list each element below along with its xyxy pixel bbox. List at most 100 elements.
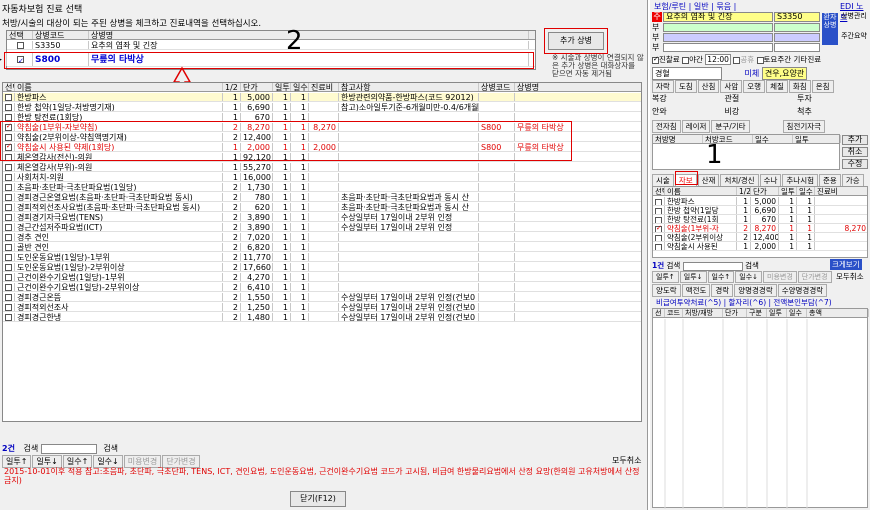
type-button-chejil[interactable]: 체질 [766,80,788,93]
search-button[interactable]: 검색 [103,444,118,453]
meridian-select[interactable]: 견우,요양관 [761,67,808,80]
right-top-tabs[interactable]: 보험/루틴 | 일반 | 묶음 | [654,1,736,12]
treatment-select[interactable] [3,313,15,321]
treatment-checkbox[interactable] [5,94,12,101]
treatment-row[interactable]: 사회처치-의원 1 16,000 1 1 [3,173,641,182]
type-button-sanchim[interactable]: 산침 [697,80,720,93]
treatment-row[interactable]: 경피경근한냉 2 1,480 1 1 수상일부터 17일이내 2부위 인정(건보0 [3,313,641,322]
saturday-checkbox[interactable] [756,56,764,64]
treatment-row[interactable]: 도인운동요법(1일당)-1부위 2 11,770 1 1 [3,253,641,262]
treatment-checkbox[interactable] [5,284,12,291]
mini-treatment-row[interactable]: 약침술(2부위이상 2 12,400 1 1 [653,233,867,242]
treatment-checkbox[interactable] [5,204,12,211]
site-select-joint[interactable]: 관절 [725,93,795,104]
treatment-select[interactable] [3,273,15,281]
main-disease-name[interactable]: 요추의 염좌 및 긴장 [663,12,773,22]
mini-search-button[interactable]: 검색 [745,261,759,270]
treatment-checkbox[interactable] [5,184,12,191]
mini-treatment-row[interactable]: 약침술시 사용된 1 2,000 1 1 [653,242,867,251]
time-input[interactable]: 12:00 [705,54,731,65]
mini-beauty-change[interactable]: 미용변경 [763,271,797,283]
type-button-ohaeng[interactable]: 오행 [743,80,766,93]
treatment-select[interactable] [3,233,15,241]
treatment-checkbox[interactable] [5,114,12,121]
treatment-select[interactable] [3,303,15,311]
mini-select[interactable] [653,224,665,232]
electro-acupuncture-button[interactable]: 전자침 [652,120,681,133]
rx-cancel-button[interactable]: 취소 [842,147,868,157]
treatment-row[interactable]: 경피적외선조사요법(초음파·초단파·극초단파요법 동시) 2 620 1 1 초음파·초단… [3,203,641,212]
electro-stim-button[interactable]: 침전기자극 [782,120,826,133]
mini-select[interactable] [653,206,665,214]
patient-disease-button[interactable]: 환자상병 [822,13,838,45]
mini-select[interactable] [653,215,665,223]
treatment-select[interactable] [3,183,15,191]
mini-checkbox[interactable] [655,234,662,241]
night-checkbox[interactable] [682,56,690,64]
tab-yangmyeong[interactable]: 양명경경락 [734,284,777,297]
mini-days-down[interactable]: 일수↓ [735,271,762,283]
treatment-row[interactable]: 근건이완수기요법(1일당)-1부위 2 4,270 1 1 [3,273,641,282]
tab-su-yangmyeong[interactable]: 수양명경경락 [777,284,828,297]
mini-treatment-row[interactable]: 한방 첩약(1일당 1 6,690 1 1 [653,206,867,215]
treatment-select[interactable] [3,253,15,261]
mini-checkbox[interactable] [655,243,662,250]
mini-daily-up[interactable]: 일투↑ [652,271,679,283]
cancel-all-button[interactable]: 모두취소 [612,455,641,466]
mini-cancel-all[interactable]: 모두취소 [836,271,864,282]
mini-select[interactable] [653,197,665,205]
exam-checkbox[interactable] [652,55,659,64]
treatment-checkbox[interactable] [5,164,12,171]
disease-manage-button[interactable]: 상병관리 [840,12,868,20]
mini-select[interactable] [653,242,665,250]
treatment-row[interactable]: 골반 견인 2 6,820 1 1 [3,243,641,252]
holiday-checkbox[interactable] [733,56,741,64]
treatment-select[interactable] [3,263,15,271]
close-button[interactable]: 닫기(F12) [290,491,346,507]
treatment-select[interactable] [3,243,15,251]
treatment-select[interactable] [3,173,15,181]
tab-noncovered[interactable]: 비급여투약처료(^5) [656,298,721,307]
mini-price-change[interactable]: 단가변경 [797,271,832,283]
treatment-select[interactable] [3,93,15,101]
type-button-saam[interactable]: 사암 [720,80,743,93]
treatment-checkbox[interactable] [5,294,12,301]
mini-treatment-row[interactable]: 약침술(1부위-자28,270118,270 [653,224,867,233]
treatment-row[interactable]: 한방 첩약(1일당-처방명기재) 1 6,690 1 1 참고)소아일투기준-6개월미만-… [3,103,641,112]
weekly-summary-button[interactable]: 주간요약 [840,32,868,40]
treatment-row[interactable]: 경피경근온열요법(초음파·초단파·극초단파요법 동시) 2 780 1 1 초음파·초단파… [3,193,641,202]
rx-add-button[interactable]: 추가 [842,135,868,145]
disease-row-select[interactable] [7,41,33,49]
main-disease-code[interactable]: S3350 [774,12,820,22]
type-button-onchim[interactable]: 온침 [811,80,834,93]
tab-full-self-pay[interactable]: 전액본인부담(^7) [773,298,831,307]
treatment-checkbox[interactable] [5,314,12,321]
treatment-row[interactable]: 한방파스 1 5,000 1 1 한방관련의약품-한방파스(코드 92012) [3,93,641,102]
treatment-checkbox[interactable] [5,234,12,241]
treatment-select[interactable] [3,163,15,171]
treatment-checkbox[interactable] [5,104,12,111]
mini-search-input[interactable] [682,261,743,271]
sub-disease-code[interactable] [774,43,820,52]
treatment-select[interactable] [3,283,15,291]
treatment-checkbox[interactable] [5,214,12,221]
mini-checkbox[interactable] [655,207,662,214]
tab-discount[interactable]: 할자리(^6) [729,298,767,307]
type-button-dochim[interactable]: 도침 [674,80,697,93]
treatment-select[interactable] [3,223,15,231]
treatment-row[interactable]: 경피경근온뜸 2 1,550 1 1 수상일부터 17일이내 2부위 인정(건보0 [3,293,641,302]
site-select-orbit[interactable]: 안와 [652,106,722,117]
treatment-select[interactable] [3,103,15,111]
treatment-row[interactable]: 경피경기자극요법(TENS) 2 3,890 1 1 수상일부터 17일이내 2부위 인정 [3,213,641,222]
site-select-nasal[interactable]: 비강 [725,106,795,117]
laser-button[interactable]: 레이저 [681,120,711,133]
site-select-spine[interactable]: 척추 [797,107,812,116]
treatment-checkbox[interactable] [5,264,12,271]
acupoint-select[interactable]: 경혈 [652,67,722,80]
type-button-hwachim[interactable]: 화침 [788,80,811,93]
site-select-abdomen[interactable]: 복강 [652,93,722,104]
sub-disease-code[interactable] [774,33,820,42]
tab-yangdorak[interactable]: 양도락 [652,284,681,297]
treatment-checkbox[interactable] [5,174,12,181]
type-button-jarak[interactable]: 자락 [652,80,674,93]
